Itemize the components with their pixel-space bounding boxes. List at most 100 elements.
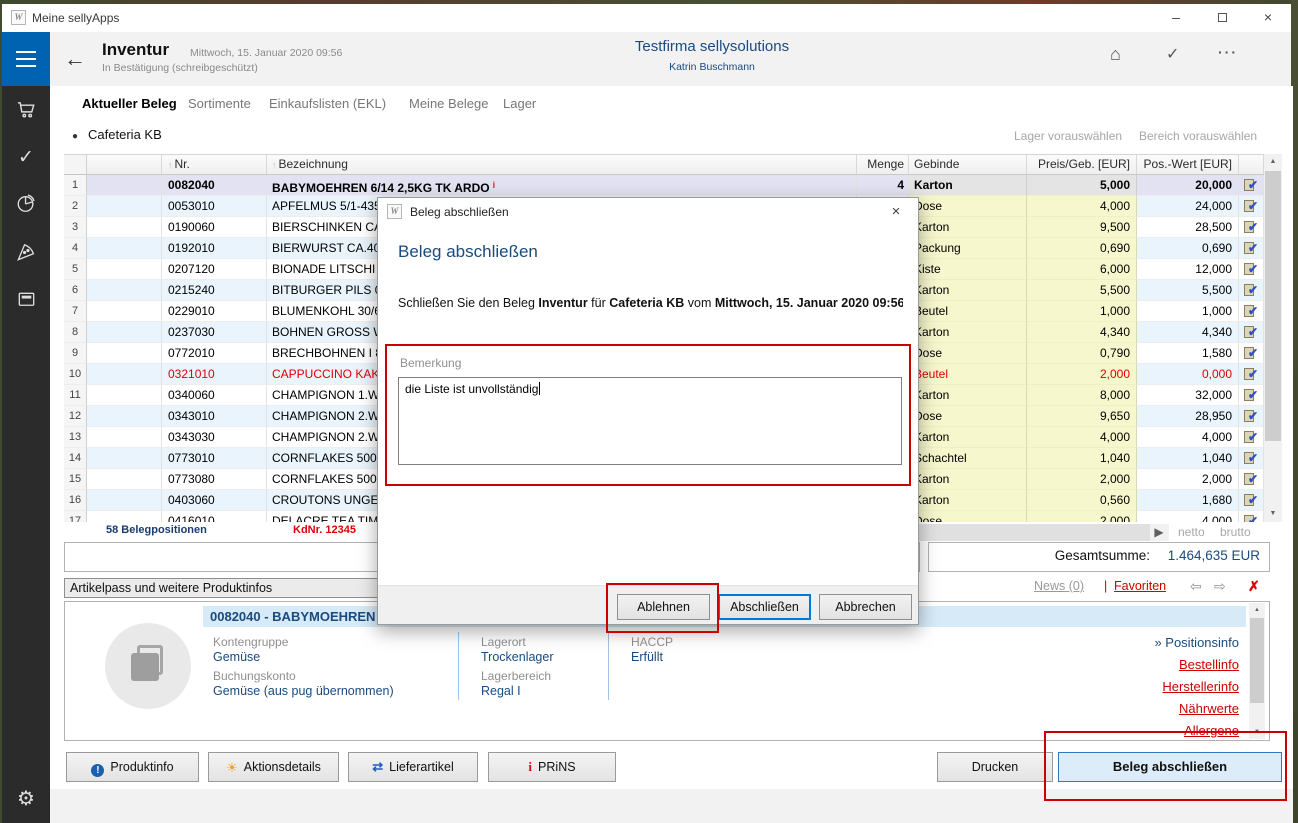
confirmed-check-icon[interactable] xyxy=(1244,178,1258,191)
cell-wert: 12,000 xyxy=(1137,259,1239,280)
confirmed-check-icon[interactable] xyxy=(1244,388,1258,401)
separator: | xyxy=(1104,579,1107,593)
produktinfo-button[interactable]: !Produktinfo xyxy=(66,752,199,782)
scroll-up-icon[interactable]: ▲ xyxy=(1264,154,1282,170)
column-header-menge[interactable]: Menge xyxy=(857,155,909,174)
customer-selector[interactable]: ●Cafeteria KB xyxy=(72,127,162,142)
check-icon[interactable]: ✓ xyxy=(2,146,50,169)
confirmed-check-icon[interactable] xyxy=(1244,430,1258,443)
scroll-down-icon[interactable]: ▼ xyxy=(1264,506,1282,522)
pie-chart-icon[interactable] xyxy=(2,192,50,215)
confirmed-check-icon[interactable] xyxy=(1244,493,1258,506)
confirmed-check-icon[interactable] xyxy=(1244,262,1258,275)
cell-geb: Packung xyxy=(909,238,1027,259)
confirmed-check-icon[interactable] xyxy=(1244,451,1258,464)
confirmed-check-icon[interactable] xyxy=(1244,241,1258,254)
preselect-bereich[interactable]: Bereich vorauswählen xyxy=(1139,129,1257,143)
prins-button[interactable]: iPRiNS xyxy=(488,752,616,782)
cell-blank xyxy=(87,448,162,469)
drucken-button[interactable]: Drucken xyxy=(937,752,1053,782)
tab-sortimente[interactable]: Sortimente xyxy=(188,96,251,111)
confirmed-check-icon[interactable] xyxy=(1244,367,1258,380)
book-icon[interactable] xyxy=(2,288,50,311)
confirmed-check-icon[interactable] xyxy=(1244,220,1258,233)
more-options-icon[interactable]: ··· xyxy=(1218,44,1238,60)
field-value: Trockenlager xyxy=(481,650,554,664)
scroll-up-icon[interactable]: ▲ xyxy=(1249,603,1265,617)
confirmed-check-icon[interactable] xyxy=(1244,283,1258,296)
cart-icon[interactable] xyxy=(2,98,50,121)
aktionsdetails-button[interactable]: ☀Aktionsdetails xyxy=(208,752,339,782)
tab-lager[interactable]: Lager xyxy=(503,96,536,111)
close-button[interactable]: × xyxy=(1245,4,1291,32)
column-header-nr[interactable]: ↑Nr. xyxy=(162,155,267,174)
back-arrow-button[interactable]: ← xyxy=(64,46,86,72)
cell-wert: 1,040 xyxy=(1137,448,1239,469)
tab-meine-belege[interactable]: Meine Belege xyxy=(409,96,489,111)
dialog-close-icon[interactable]: × xyxy=(884,203,908,220)
column-header-gebinde[interactable]: Gebinde xyxy=(909,155,1027,174)
cell-name: BABYMOEHREN 6/14 2,5KG TK ARDOi xyxy=(267,175,857,196)
cell-nr: 0321010 xyxy=(162,364,267,385)
column-header-preis[interactable]: Preis/Geb. [EUR] xyxy=(1027,155,1137,174)
page-title: Inventur xyxy=(102,40,169,60)
confirmed-check-icon[interactable] xyxy=(1244,409,1258,422)
news-link[interactable]: News (0) xyxy=(1034,579,1084,593)
brutto-toggle[interactable]: brutto xyxy=(1220,525,1251,539)
lieferartikel-button[interactable]: ⇄Lieferartikel xyxy=(348,752,478,782)
scroll-right-icon[interactable]: ▶ xyxy=(1150,524,1168,541)
link-positionsinfo[interactable]: » Positionsinfo xyxy=(1154,635,1239,650)
abbrechen-button[interactable]: Abbrechen xyxy=(819,594,912,620)
app-header: ← Inventur Mittwoch, 15. Januar 2020 09:… xyxy=(2,32,1291,86)
maximize-button[interactable] xyxy=(1199,4,1245,32)
field-value: Erfüllt xyxy=(631,650,663,664)
field-label: Lagerort xyxy=(481,635,526,649)
hamburger-menu-button[interactable] xyxy=(2,32,50,86)
scrollbar-thumb[interactable] xyxy=(1250,618,1264,703)
cell-nr: 0229010 xyxy=(162,301,267,322)
tab-einkaufslisten[interactable]: Einkaufslisten (EKL) xyxy=(269,96,386,111)
info-icon: ! xyxy=(91,764,104,777)
scrollbar-thumb[interactable] xyxy=(1265,171,1281,441)
table-row[interactable]: 10082040BABYMOEHREN 6/14 2,5KG TK ARDOi4… xyxy=(64,175,1264,196)
dialog-logo-icon: W xyxy=(387,204,402,219)
cell-wert: 0,690 xyxy=(1137,238,1239,259)
confirmed-check-icon[interactable] xyxy=(1244,325,1258,338)
confirmed-check-icon[interactable] xyxy=(1244,472,1258,485)
bullet-icon: ● xyxy=(72,131,78,142)
link-naehrwerte[interactable]: Nährwerte xyxy=(1179,701,1239,716)
close-panel-icon[interactable]: ✗ xyxy=(1248,578,1260,595)
cell-chk xyxy=(1239,469,1264,490)
favorites-link[interactable]: Favoriten xyxy=(1114,579,1166,593)
next-arrow-icon[interactable]: ⇨ xyxy=(1214,578,1226,595)
cell-geb: Kiste xyxy=(909,259,1027,280)
column-header-wert[interactable]: Pos.-Wert [EUR] xyxy=(1137,155,1239,174)
abschliessen-button[interactable]: Abschließen xyxy=(718,594,811,620)
confirm-check-icon[interactable]: ✓ xyxy=(1166,44,1179,64)
cell-blank xyxy=(87,301,162,322)
prev-arrow-icon[interactable]: ⇦ xyxy=(1190,578,1202,595)
tab-aktueller-beleg[interactable]: Aktueller Beleg xyxy=(82,96,177,111)
confirmed-check-icon[interactable] xyxy=(1244,199,1258,212)
user-name: Katrin Buschmann xyxy=(492,61,932,73)
cell-blank xyxy=(87,469,162,490)
sun-icon: ☀ xyxy=(226,760,238,775)
link-bestellinfo[interactable]: Bestellinfo xyxy=(1179,657,1239,672)
settings-gear-icon[interactable]: ⚙ xyxy=(2,786,50,811)
panel-scrollbar[interactable]: ▲ ▼ xyxy=(1249,603,1265,739)
netto-toggle[interactable]: netto xyxy=(1178,525,1205,539)
preselect-lager[interactable]: Lager vorauswählen xyxy=(1014,129,1122,143)
cell-num: 13 xyxy=(64,427,87,448)
field-value: Regal I xyxy=(481,684,521,698)
cell-nr: 0190060 xyxy=(162,217,267,238)
window-title: Meine sellyApps xyxy=(32,11,119,25)
link-herstellerinfo[interactable]: Herstellerinfo xyxy=(1162,679,1239,694)
column-header-bezeichnung[interactable]: ↑Bezeichnung xyxy=(267,155,857,174)
table-vertical-scrollbar[interactable]: ▲ ▼ xyxy=(1264,154,1282,522)
confirmed-check-icon[interactable] xyxy=(1244,304,1258,317)
confirmed-check-icon[interactable] xyxy=(1244,514,1258,522)
confirmed-check-icon[interactable] xyxy=(1244,346,1258,359)
home-icon[interactable]: ⌂ xyxy=(1110,44,1121,65)
minimize-button[interactable]: – xyxy=(1153,4,1199,32)
pizza-icon[interactable] xyxy=(2,240,50,263)
